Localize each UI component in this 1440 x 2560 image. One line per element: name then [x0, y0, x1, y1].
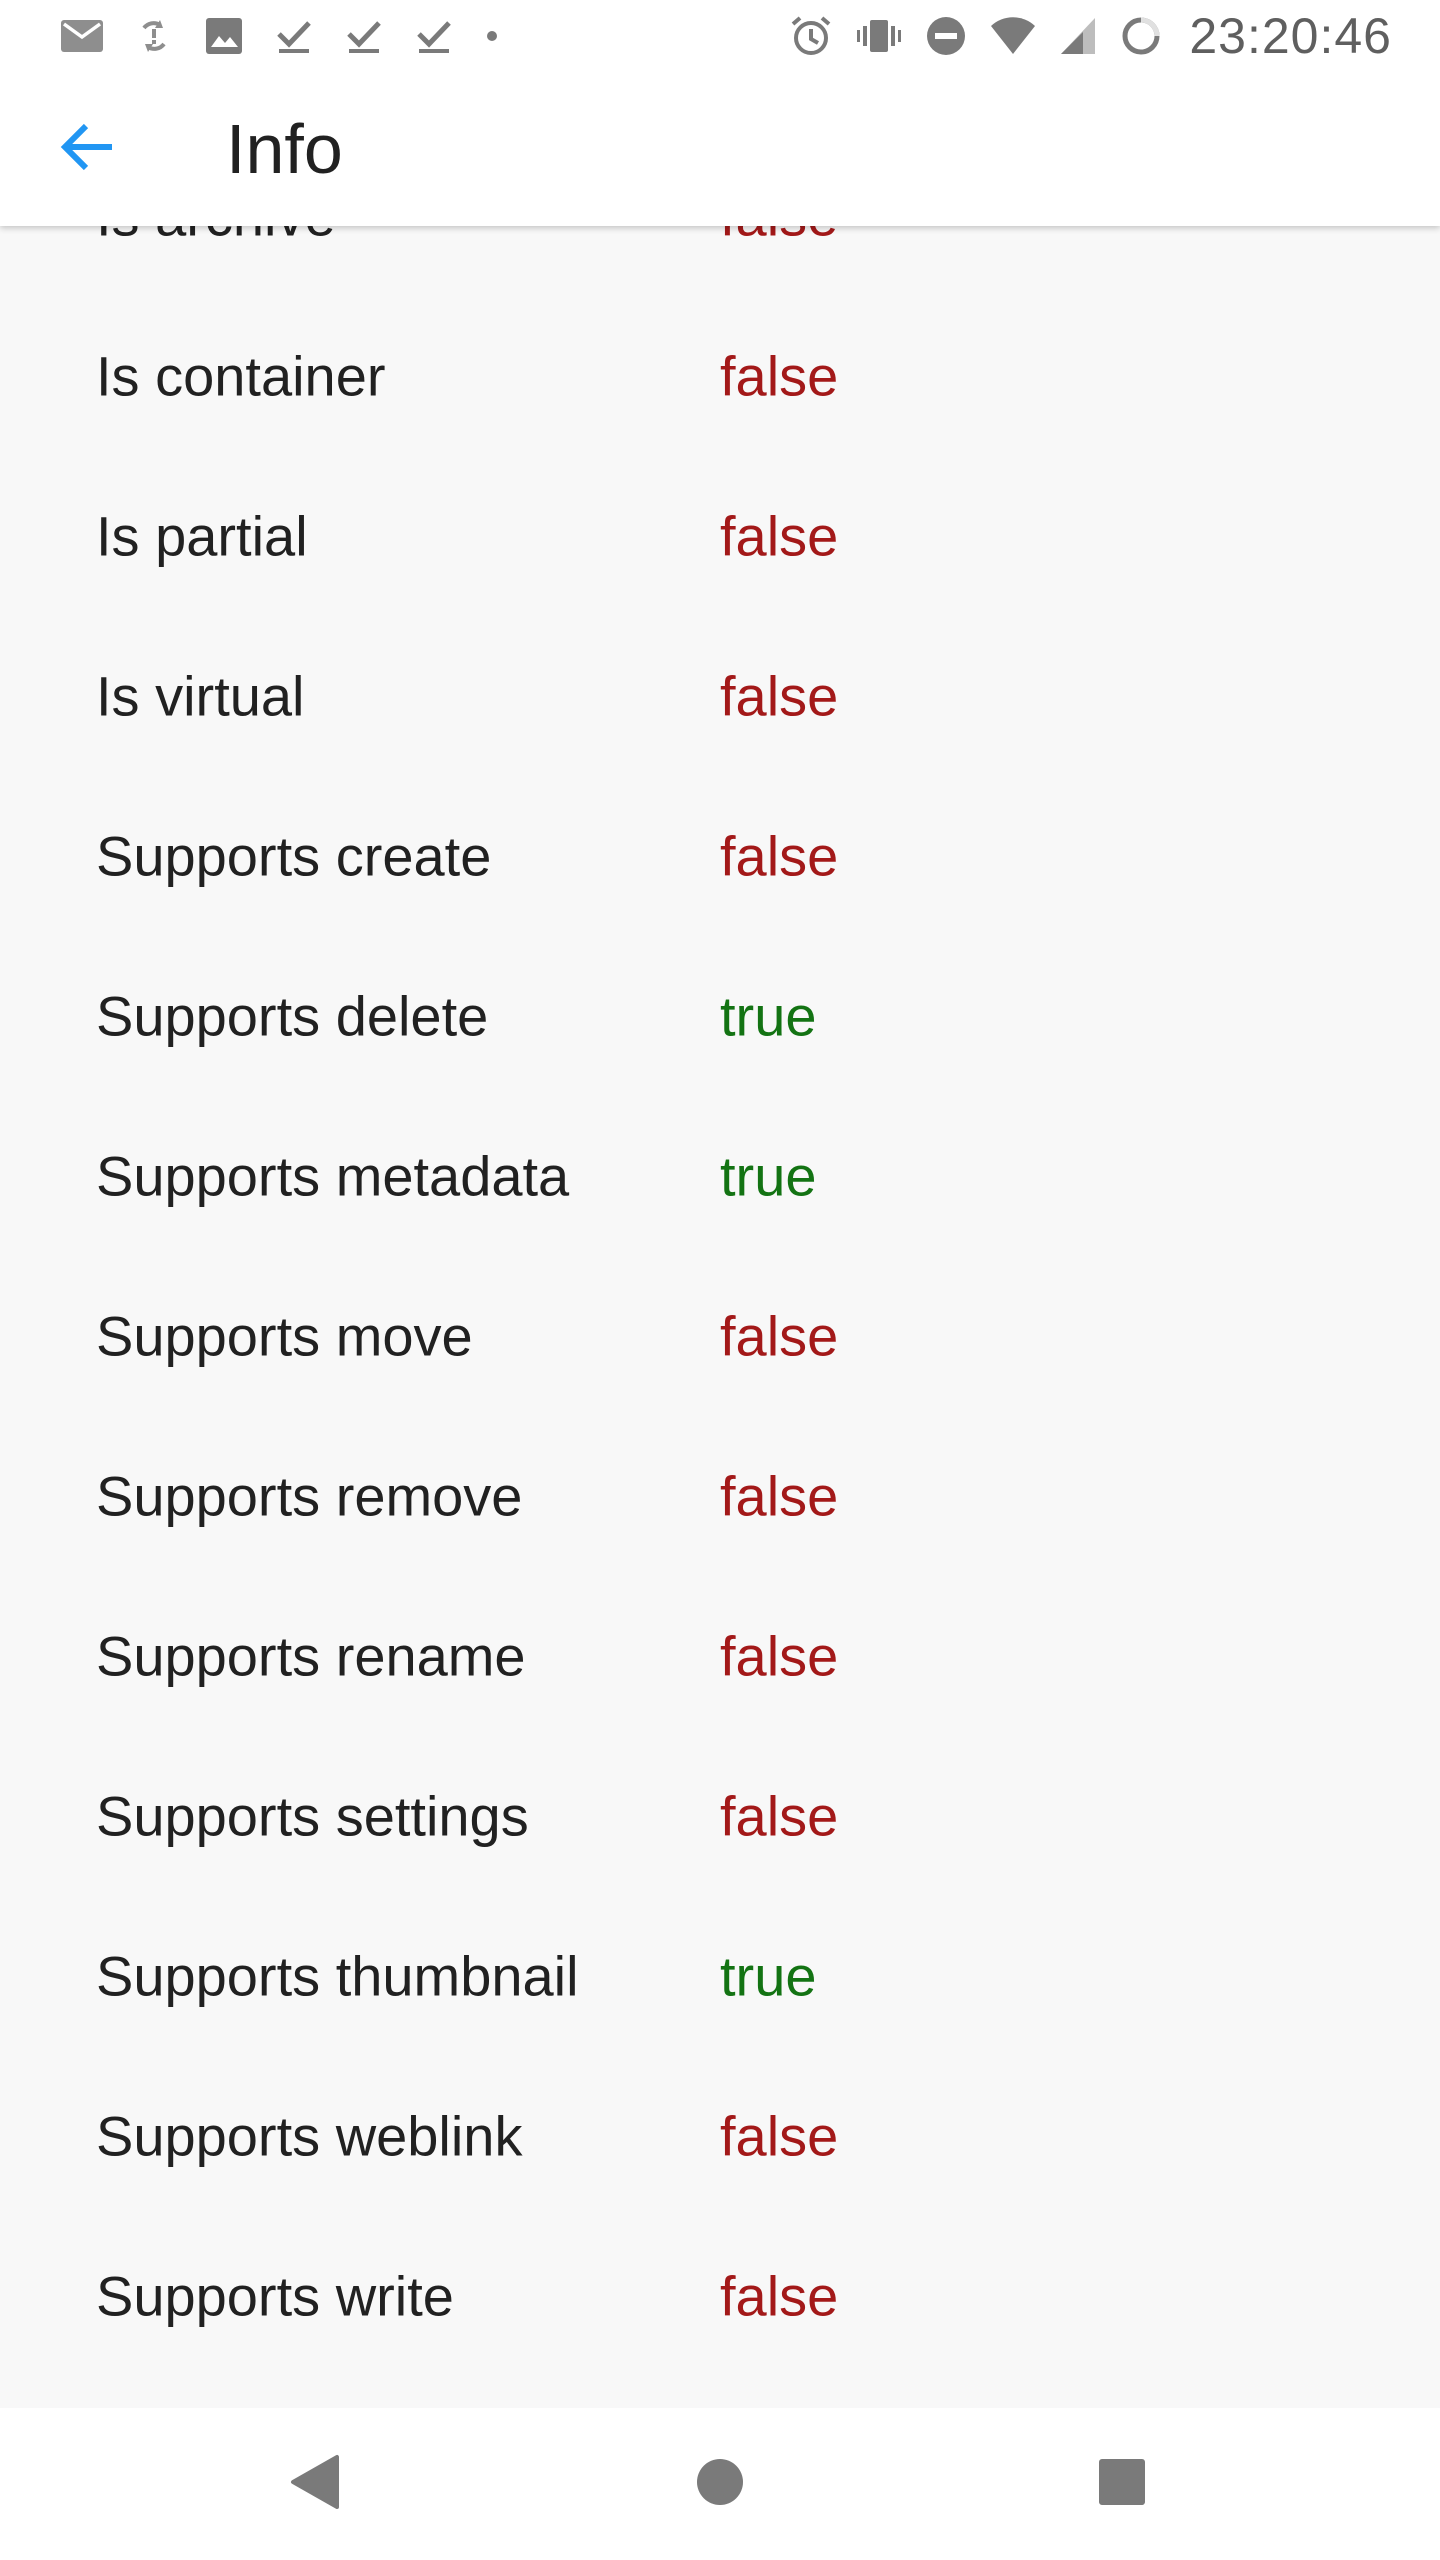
row-label: Is virtual: [96, 664, 305, 728]
info-row-is-container: Is container false: [0, 296, 1440, 456]
row-label: Supports settings: [96, 1784, 529, 1848]
row-value: false: [720, 2264, 839, 2328]
row-value: false: [720, 504, 839, 568]
row-label: Is container: [96, 344, 386, 408]
alarm-icon: [789, 14, 833, 58]
row-label: Supports metadata: [96, 1144, 570, 1208]
row-label: Supports move: [96, 1304, 473, 1368]
row-label: Is archive: [96, 226, 336, 249]
vibrate-icon: [855, 16, 903, 56]
loading-ring-icon: [1119, 14, 1163, 58]
notification-icons: [60, 14, 500, 58]
system-icons: 23:20:46: [789, 8, 1392, 64]
row-label: Supports write: [96, 2264, 454, 2328]
info-row-supports-write: Supports write false: [0, 2216, 1440, 2376]
back-triangle-icon: [289, 2453, 341, 2516]
row-label: Supports delete: [96, 984, 489, 1048]
info-row-is-archive: Is archive false: [0, 226, 1440, 296]
row-value: false: [720, 344, 839, 408]
download-done-icon: [344, 16, 384, 56]
row-value: false: [720, 1784, 839, 1848]
row-label: Supports weblink: [96, 2104, 523, 2168]
row-value: true: [720, 1944, 817, 2008]
row-value: false: [720, 824, 839, 888]
status-bar: 23:20:46: [0, 0, 1440, 72]
home-circle-icon: [695, 2457, 745, 2512]
info-row-supports-settings: Supports settings false: [0, 1736, 1440, 1896]
row-value: true: [720, 1144, 817, 1208]
info-list[interactable]: Is archive false Is container false Is p…: [0, 226, 1440, 2408]
info-row-supports-weblink: Supports weblink false: [0, 2056, 1440, 2216]
info-row-supports-remove: Supports remove false: [0, 1416, 1440, 1576]
sync-problem-icon: [134, 16, 174, 56]
image-icon: [204, 16, 244, 56]
info-row-supports-rename: Supports rename false: [0, 1576, 1440, 1736]
recents-square-icon: [1098, 2458, 1146, 2511]
more-dot-icon: [484, 28, 500, 44]
info-row-supports-metadata: Supports metadata true: [0, 1096, 1440, 1256]
row-value: true: [720, 984, 817, 1048]
row-label: Supports create: [96, 824, 492, 888]
info-row-supports-thumbnail: Supports thumbnail true: [0, 1896, 1440, 2056]
info-row-supports-move: Supports move false: [0, 1256, 1440, 1416]
nav-home-button[interactable]: [630, 2408, 810, 2560]
gmail-icon: [60, 19, 104, 53]
app-bar: Info: [0, 72, 1440, 226]
back-button[interactable]: [40, 104, 136, 194]
row-value: false: [720, 1304, 839, 1368]
row-label: Supports remove: [96, 1464, 523, 1528]
info-row-supports-create: Supports create false: [0, 776, 1440, 936]
row-label: Supports rename: [96, 1624, 526, 1688]
row-label: Is partial: [96, 504, 308, 568]
info-row-is-partial: Is partial false: [0, 456, 1440, 616]
row-value: false: [720, 1464, 839, 1528]
info-row-supports-delete: Supports delete true: [0, 936, 1440, 1096]
status-clock: 23:20:46: [1189, 8, 1392, 64]
wifi-icon: [989, 16, 1037, 56]
info-row-is-virtual: Is virtual false: [0, 616, 1440, 776]
row-value: false: [720, 1624, 839, 1688]
page-title: Info: [226, 110, 343, 188]
row-value: false: [720, 2104, 839, 2168]
nav-back-button[interactable]: [225, 2408, 405, 2560]
row-label: Supports thumbnail: [96, 1944, 579, 2008]
navigation-bar: [0, 2408, 1440, 2560]
do-not-disturb-icon: [925, 15, 967, 57]
cell-signal-icon: [1059, 16, 1097, 56]
download-done-icon: [274, 16, 314, 56]
download-done-icon: [414, 16, 454, 56]
row-value: false: [720, 664, 839, 728]
nav-recents-button[interactable]: [1032, 2408, 1212, 2560]
row-value: false: [720, 226, 838, 249]
arrow-back-icon: [60, 123, 116, 176]
